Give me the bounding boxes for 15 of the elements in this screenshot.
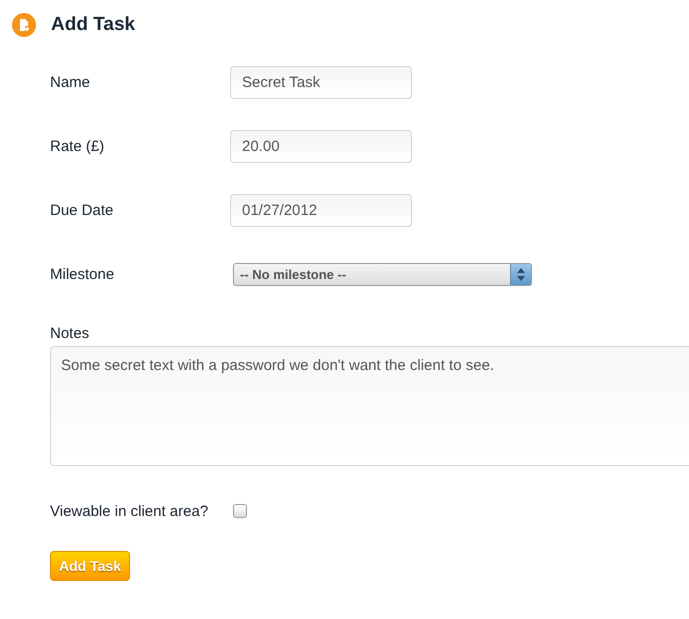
text-field[interactable]: Secret Task xyxy=(230,66,412,98)
text-field[interactable]: 01/27/2012 xyxy=(230,194,412,226)
field-label: Notes xyxy=(50,325,90,342)
milestone-dropdown[interactable]: -- No milestone -- xyxy=(233,262,532,286)
stepper-icon xyxy=(510,264,531,284)
field-label: Name xyxy=(50,74,92,90)
text-field[interactable]: 20.00 xyxy=(230,130,412,162)
field-label: Milestone xyxy=(50,266,116,282)
add-document-icon xyxy=(12,13,36,37)
field-label: Rate (£) xyxy=(50,138,106,154)
checkbox[interactable] xyxy=(233,504,247,518)
field-label: Due Date xyxy=(50,202,114,218)
field-label: Viewable in client area? xyxy=(50,502,210,521)
page-title: Add Task xyxy=(51,14,136,36)
notes-field[interactable]: Some secret text with a password we don't want the client to see. xyxy=(50,346,689,466)
